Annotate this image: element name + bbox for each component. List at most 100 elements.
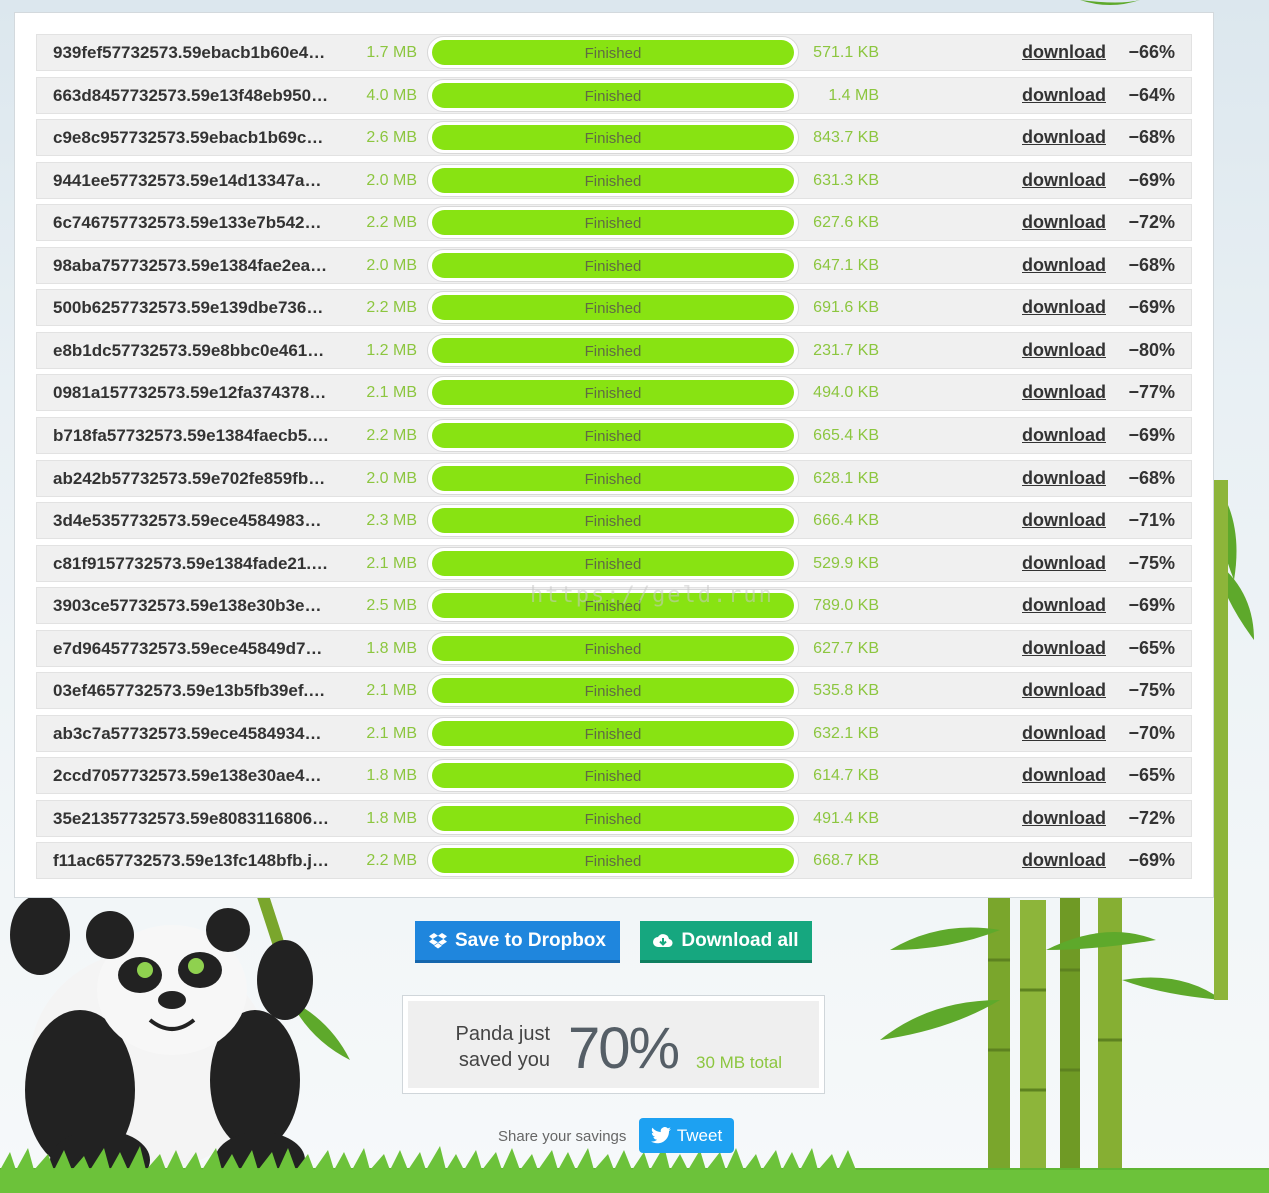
tweet-button[interactable]: Tweet: [639, 1118, 734, 1153]
download-link[interactable]: download: [1022, 85, 1106, 106]
results-panel: 939fef57732573.59ebacb1b60e4… 1.7 MB Fin…: [14, 12, 1214, 898]
saving-percent: −69%: [1128, 424, 1175, 445]
file-row: ab242b57732573.59e702fe859fb… 2.0 MB Fin…: [36, 459, 1192, 497]
compressed-size: 494.0 KB: [813, 384, 879, 402]
progress-bar: Finished: [427, 546, 799, 580]
savings-line-1: Panda just: [455, 1023, 550, 1045]
download-link[interactable]: download: [1022, 212, 1106, 233]
file-name: ab3c7a57732573.59ece4584934…: [53, 723, 322, 743]
download-link[interactable]: download: [1022, 425, 1106, 446]
compressed-size: 628.1 KB: [813, 469, 879, 487]
progress-bar: Finished: [427, 36, 799, 69]
progress-bar: Finished: [427, 206, 799, 240]
status-label: Finished: [584, 385, 642, 403]
download-link[interactable]: download: [1022, 468, 1106, 489]
file-row: ab3c7a57732573.59ece4584934… 2.1 MB Fini…: [36, 714, 1192, 752]
savings-box: Panda just saved you 70% 30 MB total: [408, 1001, 819, 1088]
progress-bar: Finished: [427, 716, 799, 750]
saving-percent: −68%: [1128, 127, 1175, 148]
download-link[interactable]: download: [1022, 42, 1106, 63]
saving-percent: −69%: [1128, 169, 1175, 190]
file-name: 9441ee57732573.59e14d13347a…: [53, 170, 322, 190]
share-label: Share your savings: [498, 1128, 627, 1145]
saving-percent: −72%: [1128, 807, 1175, 828]
original-size: 2.3 MB: [366, 512, 417, 530]
progress-bar: Finished: [427, 248, 799, 282]
download-link[interactable]: download: [1022, 765, 1106, 786]
download-link[interactable]: download: [1022, 382, 1106, 403]
download-link[interactable]: download: [1022, 510, 1106, 531]
dropbox-icon: [429, 932, 447, 948]
file-name: 0981a157732573.59e12fa374378…: [53, 383, 327, 403]
file-name: 500b6257732573.59e139dbe736…: [53, 298, 324, 318]
saving-percent: −69%: [1128, 850, 1175, 871]
original-size: 2.2 MB: [366, 426, 417, 444]
download-link[interactable]: download: [1022, 170, 1106, 191]
compressed-size: 535.8 KB: [813, 682, 879, 700]
saving-percent: −69%: [1128, 595, 1175, 616]
saving-percent: −68%: [1128, 467, 1175, 488]
file-row: f11ac657732573.59e13fc148bfb.j… 2.2 MB F…: [36, 842, 1192, 880]
progress-bar: Finished: [427, 78, 799, 112]
compressed-size: 647.1 KB: [813, 256, 879, 274]
cloud-download-icon: [653, 933, 673, 947]
file-row: 939fef57732573.59ebacb1b60e4… 1.7 MB Fin…: [36, 34, 1192, 71]
original-size: 2.0 MB: [366, 171, 417, 189]
compressed-size: 529.9 KB: [813, 554, 879, 572]
original-size: 1.2 MB: [366, 341, 417, 359]
file-row: b718fa57732573.59e1384faecb5.… 2.2 MB Fi…: [36, 416, 1192, 454]
progress-bar: Finished: [427, 461, 799, 495]
download-link[interactable]: download: [1022, 297, 1106, 318]
watermark-text: https://geld.run: [530, 583, 774, 608]
file-row: 35e21357732573.59e8083116806… 1.8 MB Fin…: [36, 799, 1192, 837]
twitter-bird-icon: [650, 1127, 671, 1144]
saving-percent: −65%: [1128, 765, 1175, 786]
original-size: 2.1 MB: [366, 682, 417, 700]
status-label: Finished: [584, 725, 642, 743]
save-to-dropbox-button[interactable]: Save to Dropbox: [415, 921, 620, 963]
download-link[interactable]: download: [1022, 255, 1106, 276]
progress-bar: Finished: [427, 759, 799, 793]
file-row: e8b1dc57732573.59e8bbc0e461… 1.2 MB Fini…: [36, 331, 1192, 369]
download-link[interactable]: download: [1022, 850, 1106, 871]
download-link[interactable]: download: [1022, 340, 1106, 361]
file-name: 35e21357732573.59e8083116806…: [53, 808, 330, 828]
tweet-label: Tweet: [676, 1125, 723, 1145]
download-link[interactable]: download: [1022, 723, 1106, 744]
download-link[interactable]: download: [1022, 127, 1106, 148]
compressed-size: 571.1 KB: [813, 44, 879, 61]
file-row: c9e8c957732573.59ebacb1b69c… 2.6 MB Fini…: [36, 119, 1192, 157]
file-name: 939fef57732573.59ebacb1b60e4…: [53, 43, 326, 62]
download-link[interactable]: download: [1022, 808, 1106, 829]
download-all-button[interactable]: Download all: [640, 921, 812, 963]
download-link[interactable]: download: [1022, 638, 1106, 659]
status-label: Finished: [584, 853, 642, 871]
original-size: 2.0 MB: [366, 256, 417, 274]
file-name: b718fa57732573.59e1384faecb5.…: [53, 425, 329, 445]
compressed-size: 789.0 KB: [813, 597, 879, 615]
download-link[interactable]: download: [1022, 553, 1106, 574]
savings-percent: 70%: [568, 1016, 680, 1081]
saving-percent: −68%: [1128, 254, 1175, 275]
progress-bar: Finished: [427, 418, 799, 452]
file-name: 98aba757732573.59e1384fae2ea…: [53, 255, 328, 275]
original-size: 1.8 MB: [366, 809, 417, 827]
compressed-size: 614.7 KB: [813, 767, 879, 785]
download-link[interactable]: download: [1022, 680, 1106, 701]
progress-bar: Finished: [427, 291, 799, 325]
status-label: Finished: [584, 427, 642, 445]
compressed-size: 1.4 MB: [828, 86, 879, 104]
saving-percent: −64%: [1128, 84, 1175, 105]
progress-bar: Finished: [427, 504, 799, 538]
progress-bar: Finished: [427, 674, 799, 708]
file-row: 9441ee57732573.59e14d13347a… 2.0 MB Fini…: [36, 161, 1192, 199]
original-size: 1.8 MB: [366, 767, 417, 785]
status-label: Finished: [584, 215, 642, 233]
progress-bar: Finished: [427, 801, 799, 835]
original-size: 4.0 MB: [366, 86, 417, 104]
saving-percent: −80%: [1128, 339, 1175, 360]
original-size: 2.1 MB: [366, 554, 417, 572]
download-link[interactable]: download: [1022, 595, 1106, 616]
original-size: 2.2 MB: [366, 299, 417, 317]
file-row: 663d8457732573.59e13f48eb950… 4.0 MB Fin…: [36, 76, 1192, 114]
